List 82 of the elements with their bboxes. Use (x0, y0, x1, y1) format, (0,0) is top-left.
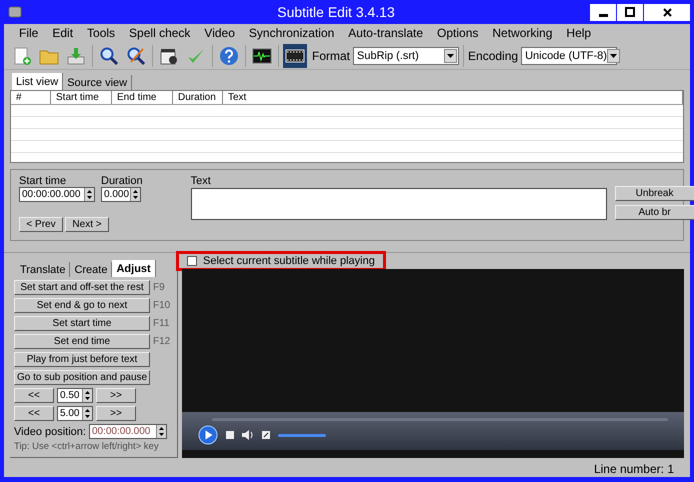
step-forward-button[interactable]: >> (96, 388, 136, 403)
column-header[interactable]: # (11, 91, 51, 104)
column-header[interactable]: Text (223, 91, 683, 104)
view-tab[interactable]: List view (12, 73, 64, 90)
menu-item[interactable]: File (12, 26, 46, 40)
down-arrow-icon (87, 196, 92, 200)
auto-break-button[interactable]: Auto br (614, 205, 694, 220)
down-arrow-icon (85, 397, 90, 400)
shortcut-key: F10 (153, 300, 170, 311)
action-button[interactable]: Set end & go to next (14, 298, 150, 313)
next-button[interactable]: Next > (65, 217, 109, 232)
close-button[interactable] (644, 4, 690, 20)
menu-item[interactable]: Spell check (122, 26, 198, 40)
format-label: Format (312, 48, 350, 62)
up-arrow-icon (133, 190, 138, 193)
action-button[interactable]: Set start and off-set the rest (14, 280, 150, 295)
magnifier-pencil-icon (126, 46, 146, 66)
speaker-icon[interactable] (242, 430, 254, 440)
play-icon[interactable] (198, 425, 218, 445)
video-position-label: Video position: (14, 426, 86, 438)
fullscreen-icon[interactable] (262, 431, 270, 439)
menu-item[interactable]: Edit (45, 26, 80, 40)
tool-tab[interactable]: Translate (16, 262, 70, 277)
text-label: Text (190, 175, 212, 187)
action-button[interactable]: Set end time (14, 334, 150, 349)
unbreak-button[interactable]: Unbreak (614, 186, 694, 201)
start-time-label: Start time (19, 175, 68, 187)
shortcut-key: F12 (153, 336, 170, 347)
menu-item[interactable]: Options (430, 26, 486, 40)
step-forward-button[interactable]: >> (96, 406, 136, 421)
app-icon (8, 6, 22, 18)
step-back-button[interactable]: << (14, 406, 54, 421)
menu-item[interactable]: Auto-translate (341, 26, 430, 40)
down-arrow-icon (85, 415, 90, 418)
volume-slider[interactable] (278, 434, 326, 436)
up-arrow-icon (158, 426, 164, 430)
menu-item[interactable]: Networking (485, 26, 560, 40)
dropdown-arrow-icon (610, 54, 617, 58)
tip-text: Tip: Use <ctrl+arrow left/right> key (14, 441, 160, 452)
shortcut-key: F9 (153, 282, 165, 293)
maximize-button[interactable] (617, 4, 643, 20)
encoding-label: Encoding (468, 48, 518, 62)
minimize-icon (598, 14, 608, 16)
menu-item[interactable]: Help (559, 26, 598, 40)
action-button[interactable]: Go to sub position and pause (14, 370, 150, 385)
up-arrow-icon (85, 390, 90, 394)
maximize-icon (625, 7, 635, 17)
action-button[interactable]: Set start time (14, 316, 150, 331)
window-title: Subtitle Edit 3.4.13 (276, 4, 396, 20)
text-field[interactable] (190, 188, 607, 220)
new-file-icon (12, 46, 32, 66)
tool-tab[interactable]: Adjust (112, 260, 156, 277)
start-time-field[interactable]: 00:00:00.000 (19, 187, 95, 202)
column-header[interactable]: Duration (173, 91, 223, 104)
down-arrow-icon (133, 196, 138, 200)
format-dropdown[interactable]: SubRip (.srt) (353, 46, 460, 64)
step-field[interactable]: 5.00 (57, 406, 93, 421)
search-icon (99, 46, 119, 66)
duration-label: Duration (101, 175, 143, 187)
minimize-button[interactable] (590, 4, 616, 20)
encoding-dropdown[interactable]: Unicode (UTF-8) (521, 46, 618, 64)
step-field[interactable]: 0.50 (57, 388, 93, 403)
waveform-icon (252, 46, 272, 66)
menu-item[interactable]: Synchronization (242, 26, 342, 40)
column-header[interactable]: End time (112, 91, 173, 104)
help-icon (219, 46, 239, 66)
step-back-button[interactable]: << (14, 388, 54, 403)
close-icon (662, 8, 672, 16)
duration-field[interactable]: 0.000 (101, 187, 141, 202)
toolbar-button[interactable] (283, 44, 307, 68)
dropdown-arrow-icon (447, 54, 454, 58)
up-arrow-icon (87, 190, 92, 193)
menu-item[interactable]: Video (197, 26, 242, 40)
column-header[interactable]: Start time (51, 91, 112, 104)
menu-item[interactable]: Tools (80, 26, 122, 40)
download-icon (66, 46, 86, 66)
prev-button[interactable]: < Prev (19, 217, 63, 232)
action-button[interactable]: Play from just before text (14, 352, 150, 367)
up-arrow-icon (85, 408, 90, 412)
line-number-text: Line number: 1 (594, 462, 674, 476)
down-arrow-icon (158, 433, 164, 436)
shortcut-key: F11 (153, 318, 170, 329)
